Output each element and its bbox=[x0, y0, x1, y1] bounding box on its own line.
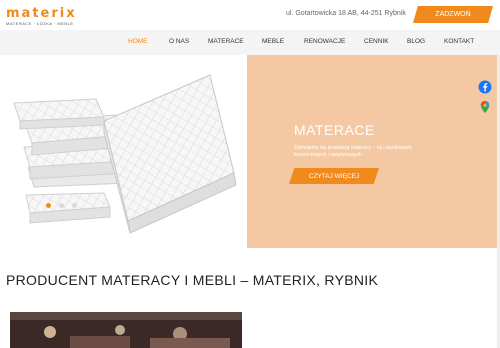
slider-dot-3[interactable] bbox=[72, 203, 77, 208]
nav-item-renovations[interactable]: RENOWACJE bbox=[304, 38, 345, 45]
logo[interactable]: materix MATERACE · ŁÓŻKA · MEBLE bbox=[6, 6, 98, 30]
slider-dot-1[interactable] bbox=[46, 203, 51, 208]
nav-item-blog[interactable]: BLOG bbox=[407, 38, 425, 45]
slider-dot-2[interactable] bbox=[59, 203, 64, 208]
mattress-stack-image bbox=[13, 74, 237, 234]
nav-item-contact[interactable]: KONTAKT bbox=[444, 38, 474, 45]
map-pin-icon[interactable] bbox=[478, 100, 492, 114]
nav-item-home[interactable]: HOME bbox=[128, 38, 148, 45]
nav-item-about[interactable]: O NAS bbox=[169, 38, 189, 45]
address-text: ul. Gotartowicka 18 AB, 44-251 Rybnik bbox=[286, 10, 406, 17]
logo-tagline: MATERACE · ŁÓŻKA · MEBLE bbox=[6, 21, 74, 26]
call-button[interactable]: ZADZWOŃ bbox=[413, 6, 493, 23]
facebook-icon[interactable] bbox=[478, 80, 492, 94]
page-heading: PRODUCENT MATERACY I MEBLI – MATERIX, RY… bbox=[6, 272, 379, 288]
main-nav: HOME O NAS MATERACE MEBLE RENOWACJE CENN… bbox=[0, 30, 500, 56]
hero-title: MATERACE bbox=[294, 122, 375, 138]
read-more-button[interactable]: CZYTAJ WIĘCEJ bbox=[289, 168, 379, 184]
showroom-photo bbox=[10, 312, 242, 348]
top-bar: materix MATERACE · ŁÓŻKA · MEBLE ul. Got… bbox=[0, 0, 500, 30]
hero-description: Zajmujemy się produkcją materacy – np. p… bbox=[294, 145, 413, 158]
hero-image-panel bbox=[0, 55, 247, 248]
nav-item-mattresses[interactable]: MATERACE bbox=[208, 38, 244, 45]
nav-item-pricing[interactable]: CENNIK bbox=[364, 38, 389, 45]
logo-text: materix bbox=[6, 6, 77, 21]
nav-item-furniture[interactable]: MEBLE bbox=[262, 38, 284, 45]
